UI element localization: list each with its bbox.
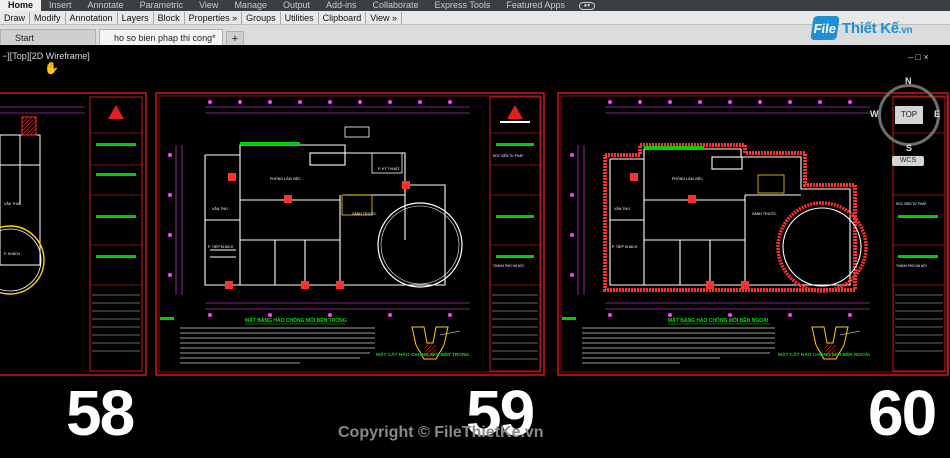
sheet-58-title-block bbox=[89, 96, 143, 372]
file-tab-bar: Start ho so bien phap thi cong*× + bbox=[0, 25, 950, 45]
panel-properties[interactable]: Properties » bbox=[185, 11, 243, 24]
copyright-watermark: Copyright © FileThietKe.vn bbox=[338, 424, 544, 441]
sheet-59-client-name: HỌC VIỆN TƯ PHÁP bbox=[493, 153, 523, 158]
panel-modify[interactable]: Modify bbox=[30, 11, 66, 24]
logo-text: Thiết Kế.vn bbox=[842, 19, 913, 37]
autocad-window: Home Insert Annotate Parametric View Man… bbox=[0, 0, 950, 458]
start-tab[interactable]: Start bbox=[0, 29, 96, 45]
sheet-60-outer-trench bbox=[603, 143, 857, 292]
ribbon-tab-view[interactable]: View bbox=[191, 0, 226, 11]
sheet-60-city: THÀNH PHỐ HÀ NỘI bbox=[896, 263, 927, 268]
sheet-60-label-lobby: SẢNH TRƯỚC bbox=[752, 211, 777, 216]
compass-west[interactable]: W bbox=[870, 109, 879, 119]
ribbon-tab-parametric[interactable]: Parametric bbox=[132, 0, 192, 11]
sheet-60-section-title: MẶT CẮT HÀO CHỐNG MỐI BÊN NGOÀI bbox=[778, 350, 870, 358]
ribbon-tab-bar: Home Insert Annotate Parametric View Man… bbox=[0, 0, 950, 11]
viewcube[interactable]: N E W S TOP WCS bbox=[870, 76, 946, 166]
sheet-58-round-room bbox=[0, 225, 45, 295]
filethietke-logo: File Thiết Kế.vn bbox=[810, 11, 950, 45]
sheet-58[interactable]: P. KHÁCH VĂN THƯ bbox=[0, 92, 147, 376]
ribbon-tab-annotate[interactable]: Annotate bbox=[80, 0, 132, 11]
new-tab-button[interactable]: + bbox=[226, 31, 244, 45]
sheet-59-label-clerk: VĂN THƯ bbox=[212, 207, 228, 211]
sheet-number-60: 60 bbox=[868, 377, 937, 449]
ribbon-toggle-icon[interactable]: ●▾ bbox=[578, 1, 595, 10]
sheet-59-title-block: HỌC VIỆN TƯ PHÁP THÀNH PHỐ HÀ NỘI bbox=[489, 96, 541, 372]
ribbon-tab-home[interactable]: Home bbox=[0, 0, 42, 11]
panel-view[interactable]: View » bbox=[366, 11, 403, 24]
sheet-60-plan-title: MẶT BẰNG HÀO CHỐNG MỐI BÊN NGOÀI bbox=[668, 316, 769, 324]
sheet-58-label-office: VĂN THƯ bbox=[4, 202, 20, 206]
sheet-60-label-office: PHÒNG LÀM VIỆC bbox=[672, 176, 703, 181]
sheet-59-plan-title: MẶT BẰNG HÀO CHỐNG MỐI BÊN TRONG bbox=[245, 316, 347, 324]
ribbon-tab-output[interactable]: Output bbox=[275, 0, 318, 11]
sheet-59-label-reception: P. TIẾP KHÁCH bbox=[208, 244, 234, 249]
ribbon-tab-insert[interactable]: Insert bbox=[41, 0, 80, 11]
sheet-59[interactable]: PHÒNG LÀM VIỆC VĂN THƯ P. TIẾP KHÁCH SẢN… bbox=[155, 92, 545, 376]
drawing-tab-label: ho so bien phap thi cong* bbox=[114, 33, 216, 43]
ribbon-tab-express-tools[interactable]: Express Tools bbox=[427, 0, 499, 11]
wcs-menu[interactable]: WCS bbox=[892, 156, 924, 166]
sheet-60-plan bbox=[609, 148, 851, 286]
sheet-58-label-kitchen: P. KHÁCH bbox=[4, 252, 21, 256]
panel-layers[interactable]: Layers bbox=[118, 11, 154, 24]
panel-annotation[interactable]: Annotation bbox=[66, 11, 118, 24]
ribbon-tab-collaborate[interactable]: Collaborate bbox=[365, 0, 427, 11]
viewport-window-controls[interactable]: – □ × bbox=[908, 52, 929, 62]
sheet-59-city: THÀNH PHỐ HÀ NỘI bbox=[493, 263, 524, 268]
panel-clipboard[interactable]: Clipboard bbox=[319, 11, 367, 24]
ribbon-tab-add-ins[interactable]: Add-ins bbox=[318, 0, 365, 11]
sheet-number-58: 58 bbox=[66, 377, 135, 449]
sheet-60-label-reception: P. TIẾP KHÁCH bbox=[612, 244, 638, 249]
sheet-60-label-clerk: VĂN THƯ bbox=[614, 207, 630, 211]
sheet-59-round-room bbox=[377, 202, 463, 288]
panel-block[interactable]: Block bbox=[154, 11, 185, 24]
viewcube-top-face[interactable]: TOP bbox=[895, 106, 923, 124]
sheet-59-label-lobby: SẢNH TRƯỚC bbox=[352, 211, 377, 216]
drawing-tab[interactable]: ho so bien phap thi cong*× bbox=[99, 29, 231, 45]
compass-north[interactable]: N bbox=[905, 76, 912, 86]
compass-east[interactable]: E bbox=[934, 109, 940, 119]
sheet-58-plan bbox=[0, 116, 41, 266]
sheet-59-label-tech: P. KỸ THUẬT bbox=[378, 166, 400, 171]
sheet-59-label-office: PHÒNG LÀM VIỆC bbox=[270, 176, 301, 181]
sheet-60-round-room bbox=[782, 207, 862, 287]
ribbon-tab-manage[interactable]: Manage bbox=[226, 0, 275, 11]
ribbon-tab-featured-apps[interactable]: Featured Apps bbox=[498, 0, 573, 11]
panel-groups[interactable]: Groups bbox=[242, 11, 281, 24]
cad-sheets-drawing[interactable]: P. KHÁCH VĂN THƯ PHÒNG LÀM VIỆC VĂN THƯ … bbox=[0, 45, 950, 380]
logo-mark: File bbox=[810, 16, 840, 40]
panel-utilities[interactable]: Utilities bbox=[281, 11, 319, 24]
sheet-60-round-trench bbox=[776, 201, 868, 293]
ribbon-panel-bar: Draw Modify Annotation Layers Block Prop… bbox=[0, 11, 950, 25]
sheet-59-section-title: MẶT CẮT HÀO CHỐNG MỐI BÊN TRONG bbox=[376, 350, 470, 358]
sheet-60-client-name: HỌC VIỆN TƯ PHÁP bbox=[896, 201, 926, 206]
sheet-59-plan bbox=[204, 144, 446, 286]
compass-south[interactable]: S bbox=[906, 143, 912, 153]
panel-draw[interactable]: Draw bbox=[0, 11, 31, 24]
